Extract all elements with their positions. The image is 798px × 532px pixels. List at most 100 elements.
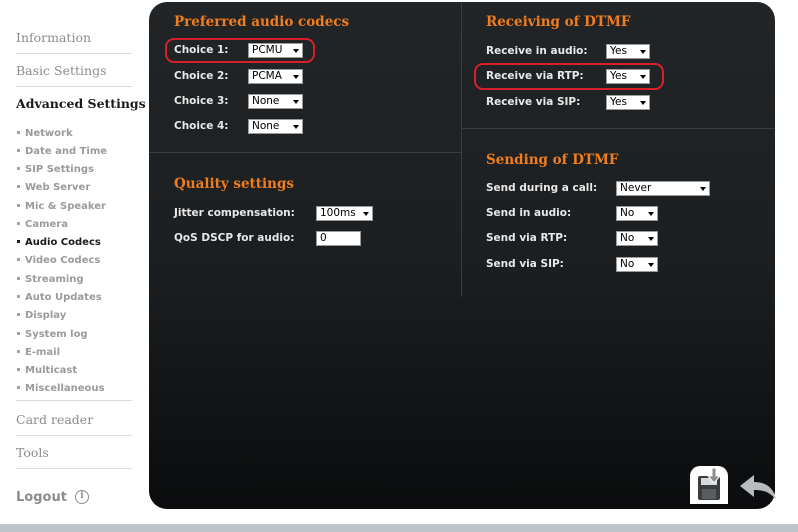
send-rtp-value: No [620, 232, 635, 244]
sidebar-subitem-label: E-mail [25, 347, 61, 358]
send-audio-value: No [620, 207, 635, 219]
bullet-icon [17, 312, 20, 316]
bullet-icon [17, 203, 20, 207]
sidebar-subitem-camera[interactable]: Camera [17, 219, 68, 230]
choice-1-value: PCMU [252, 44, 283, 56]
sidebar-subitem-network[interactable]: Network [17, 128, 73, 139]
choice-4-select[interactable]: None [248, 119, 303, 134]
back-arrow-icon [740, 475, 776, 500]
choice-3-select[interactable]: None [248, 94, 303, 109]
receive-sip-select[interactable]: Yes [606, 95, 650, 110]
logout-link[interactable]: Logout i [16, 489, 89, 505]
choice-4-value: None [252, 120, 280, 132]
receive-sip-label: Receive via SIP: [486, 96, 581, 108]
dropdown-arrow-icon [700, 187, 706, 191]
sidebar-item-tools[interactable]: Tools [16, 445, 132, 469]
choice-2-label: Choice 2: [174, 70, 229, 82]
sidebar-subitem-mic-speaker[interactable]: Mic & Speaker [17, 201, 106, 212]
sidebar-item-basic-settings[interactable]: Basic Settings [16, 63, 132, 87]
bullet-icon [17, 130, 20, 134]
send-rtp-select[interactable]: No [616, 231, 658, 246]
codecs-section-title: Preferred audio codecs [174, 14, 350, 30]
sidebar-subitem-date-and-time[interactable]: Date and Time [17, 146, 107, 157]
dropdown-arrow-icon [648, 263, 654, 267]
choice-4-label: Choice 4: [174, 120, 229, 132]
sidebar-subitem-label: Display [25, 310, 67, 321]
send-sip-value: No [620, 258, 635, 270]
dropdown-arrow-icon [640, 101, 646, 105]
quality-section-title: Quality settings [174, 176, 295, 192]
sidebar-subitem-audio-codecs[interactable]: Audio Codecs [17, 237, 101, 248]
sidebar-subitem-label: Camera [25, 219, 68, 230]
send-during-call-value: Never [620, 182, 652, 194]
receive-audio-select[interactable]: Yes [606, 44, 650, 59]
receiving-section-title: Receiving of DTMF [486, 14, 631, 30]
bullet-icon [17, 257, 20, 261]
sidebar-subitem-display[interactable]: Display [17, 310, 66, 321]
qos-input[interactable]: 0 [316, 231, 361, 246]
sidebar-subitem-label: Date and Time [25, 146, 108, 157]
sidebar-subitem-label: System log [25, 329, 88, 340]
sidebar-subitem-label: Web Server [25, 182, 91, 193]
sidebar-subitem-streaming[interactable]: Streaming [17, 274, 84, 285]
save-button[interactable] [690, 466, 728, 504]
qos-label: QoS DSCP for audio: [174, 232, 295, 244]
sidebar-subitem-label: Network [25, 128, 73, 139]
sidebar-divider [16, 400, 132, 401]
send-rtp-label: Send via RTP: [486, 232, 568, 244]
dropdown-arrow-icon [640, 75, 646, 79]
receive-rtp-select[interactable]: Yes [606, 69, 650, 84]
dropdown-arrow-icon [293, 100, 299, 104]
choice-1-label: Choice 1: [174, 44, 229, 56]
dropdown-arrow-icon [363, 212, 369, 216]
dropdown-arrow-icon [293, 75, 299, 79]
section-divider-right [462, 128, 775, 129]
dropdown-arrow-icon [640, 50, 646, 54]
sidebar-subitem-label: SIP Settings [25, 164, 94, 175]
sidebar-subitem-web-server[interactable]: Web Server [17, 182, 90, 193]
choice-2-select[interactable]: PCMA [248, 69, 303, 84]
send-sip-select[interactable]: No [616, 257, 658, 272]
choice-2-value: PCMA [252, 70, 282, 82]
sending-section-title: Sending of DTMF [486, 152, 619, 168]
sidebar-subitem-video-codecs[interactable]: Video Codecs [17, 255, 100, 266]
bullet-icon [17, 184, 20, 188]
sidebar-subitem-system-log[interactable]: System log [17, 329, 88, 340]
sidebar-subitem-label: Miscellaneous [25, 383, 105, 394]
sidebar-item-card-reader[interactable]: Card reader [16, 412, 132, 436]
bullet-icon [17, 294, 20, 298]
receive-rtp-value: Yes [610, 70, 627, 82]
send-audio-select[interactable]: No [616, 206, 658, 221]
sidebar-subitem-miscellaneous[interactable]: Miscellaneous [17, 383, 105, 394]
bullet-icon [17, 367, 20, 371]
section-divider-left [149, 152, 461, 153]
sidebar-subitem-label: Auto Updates [25, 292, 102, 303]
bullet-icon [17, 239, 20, 243]
settings-panel: Preferred audio codecs Choice 1: PCMU Ch… [149, 2, 775, 509]
sidebar-subitem-multicast[interactable]: Multicast [17, 365, 77, 376]
logout-label: Logout [16, 490, 67, 505]
info-circle-icon: i [74, 489, 89, 504]
jitter-select[interactable]: 100ms [316, 206, 373, 221]
dropdown-arrow-icon [293, 49, 299, 53]
dropdown-arrow-icon [293, 125, 299, 129]
sidebar-item-advanced-settings[interactable]: Advanced Settings [16, 96, 146, 119]
bullet-icon [17, 221, 20, 225]
bullet-icon [17, 331, 20, 335]
dropdown-arrow-icon [648, 237, 654, 241]
dropdown-arrow-icon [648, 212, 654, 216]
receive-sip-value: Yes [610, 96, 627, 108]
choice-3-value: None [252, 95, 280, 107]
sidebar-subitem-email[interactable]: E-mail [17, 347, 60, 358]
send-during-call-select[interactable]: Never [616, 181, 710, 196]
save-icon [698, 467, 722, 500]
back-button[interactable] [736, 472, 780, 506]
sidebar-item-information[interactable]: Information [16, 30, 132, 54]
choice-1-select[interactable]: PCMU [248, 43, 303, 58]
sidebar-subitem-auto-updates[interactable]: Auto Updates [17, 292, 102, 303]
jitter-value: 100ms [320, 207, 356, 219]
window-bottom-edge [0, 524, 798, 532]
jitter-label: Jitter compensation: [174, 207, 295, 219]
send-sip-label: Send via SIP: [486, 258, 564, 270]
sidebar-subitem-sip-settings[interactable]: SIP Settings [17, 164, 94, 175]
